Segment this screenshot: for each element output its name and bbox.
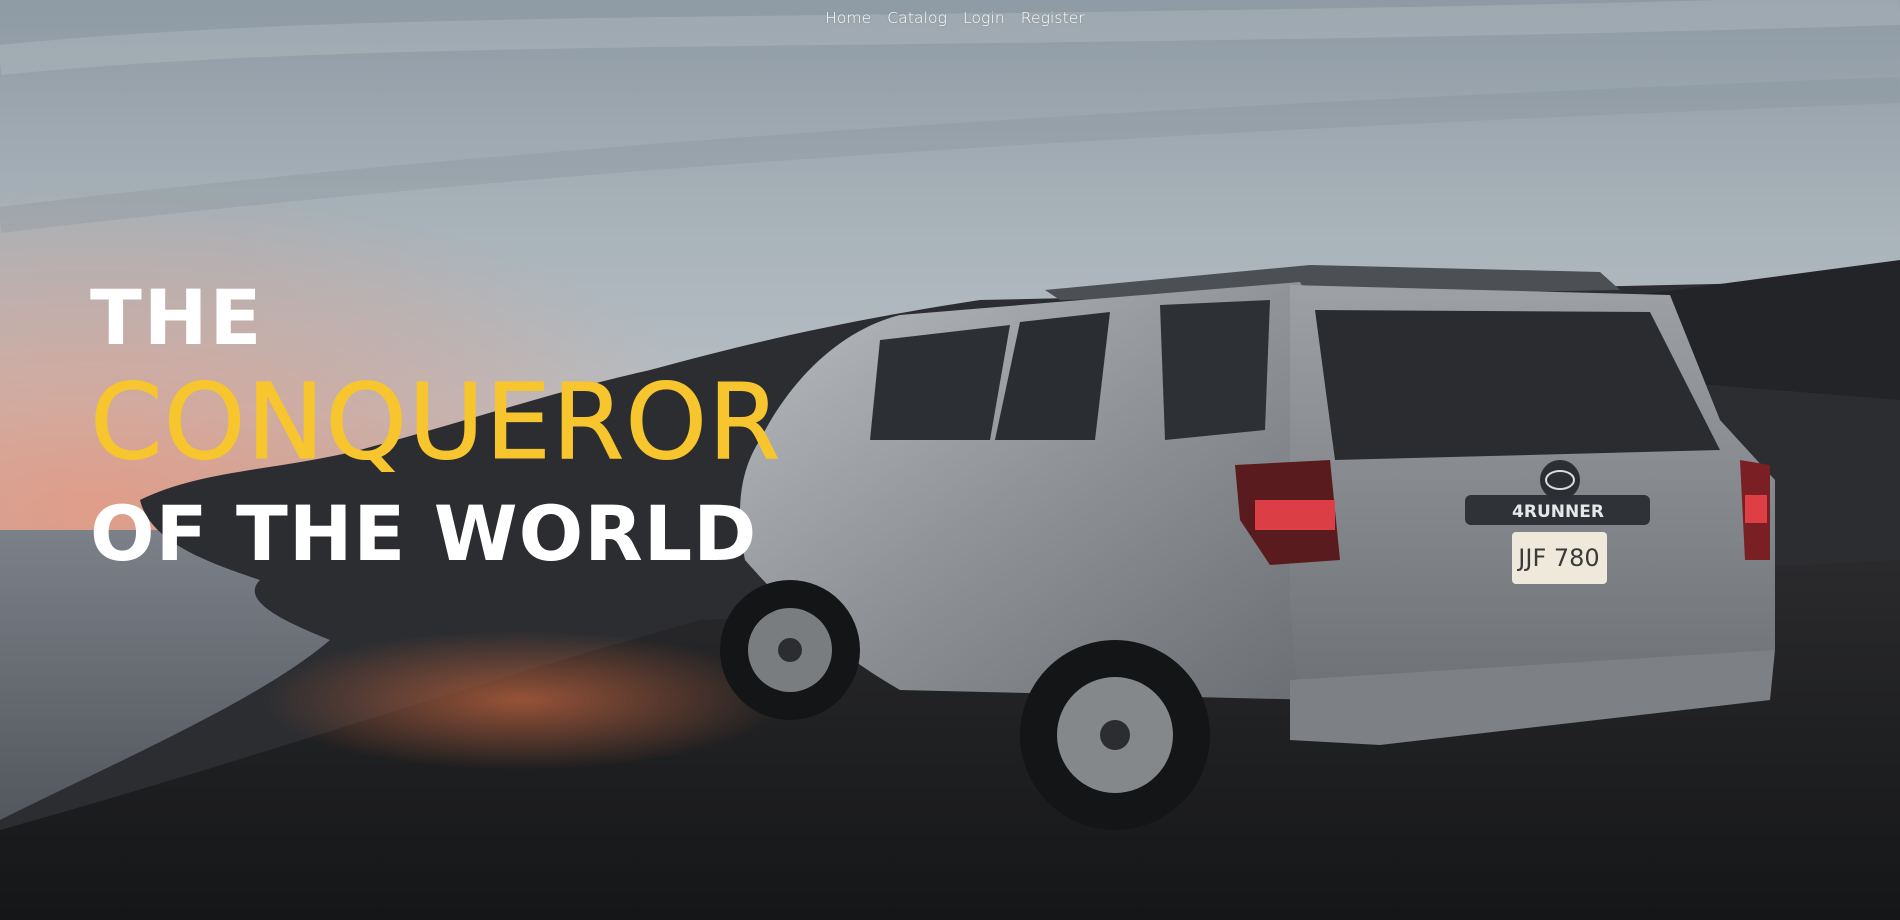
nav-link-catalog[interactable]: Catalog <box>887 9 947 27</box>
hero-headline: THE CONQUEROR OF THE WORLD <box>89 273 782 578</box>
nav-link-login[interactable]: Login <box>963 9 1005 27</box>
headline-line-of-the-world: OF THE WORLD <box>90 489 758 578</box>
hero-section: 4RUNNER JJF 780 Home Catalog Login Regis… <box>0 0 1900 920</box>
license-plate: JJF 780 <box>1516 544 1599 572</box>
headline-line-the: THE <box>90 273 264 362</box>
top-navigation: Home Catalog Login Register <box>0 9 1900 27</box>
headline-line-conqueror: CONQUEROR <box>89 361 782 483</box>
nav-links: Home Catalog Login Register <box>825 9 1085 27</box>
model-badge: 4RUNNER <box>1512 502 1604 522</box>
nav-link-register[interactable]: Register <box>1021 9 1085 27</box>
nav-link-home[interactable]: Home <box>825 9 871 27</box>
